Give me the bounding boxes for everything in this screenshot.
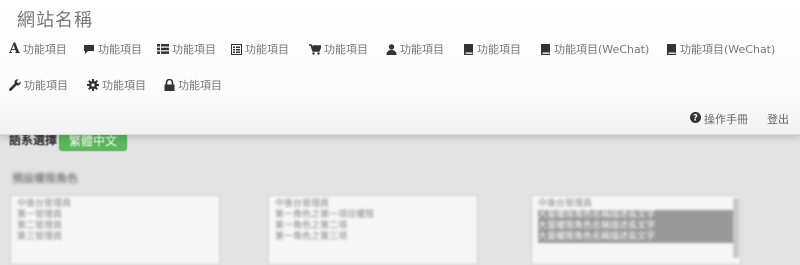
list-item[interactable]: 中後台管理員 [17, 199, 213, 210]
nav-item-label: 功能項目 [324, 43, 368, 56]
svg-text:?: ? [693, 114, 698, 123]
nav-item-label: 功能項目(WeChat) [554, 43, 650, 56]
top-navbar: 網站名稱 A 功能項目 功能項目 功能項目 功能項目 功能項目 功能項目 功能項… [0, 0, 800, 135]
book-icon [541, 43, 551, 55]
nav-item-10[interactable]: 功能項目 [9, 75, 68, 95]
nav-item-5[interactable]: 功能項目 [309, 39, 368, 59]
role-list-3[interactable]: 中後台管理員 大量權限角色名稱描述長文字 大量權限角色名稱描述長文字 大量權限角… [531, 195, 741, 265]
cart-icon [309, 43, 321, 55]
list-item[interactable]: 大量權限角色名稱描述長文字 [538, 221, 734, 232]
nav-item-label: 功能項目(WeChat) [680, 43, 776, 56]
list-item[interactable]: 大量權限角色名稱描述長文字 [538, 232, 734, 243]
nav-item-label: 功能項目 [245, 43, 289, 56]
list-item[interactable]: 第一角色之第一項目權限 [275, 210, 471, 221]
wrench-icon [9, 79, 21, 91]
scrollbar[interactable] [733, 198, 739, 258]
nav-item-label: 功能項目 [24, 79, 68, 92]
list-item[interactable]: 中後台管理員 [275, 199, 471, 210]
manual-link[interactable]: ? 操作手冊 [690, 110, 748, 128]
book-icon [667, 43, 677, 55]
book-icon [464, 43, 474, 55]
nav-item-2[interactable]: 功能項目 [83, 39, 142, 59]
nav-item-1[interactable]: A 功能項目 [9, 39, 67, 59]
nav-item-label: 功能項目 [477, 43, 521, 56]
question-circle-icon: ? [690, 112, 701, 126]
list-item[interactable]: 第二管理員 [17, 221, 213, 232]
nav-item-3[interactable]: 功能項目 [157, 39, 216, 59]
manual-label: 操作手冊 [704, 113, 748, 126]
nav-item-8[interactable]: 功能項目(WeChat) [541, 39, 649, 59]
list-icon [157, 44, 169, 54]
list-item[interactable]: 中後台管理員 [538, 199, 734, 210]
cog-icon [87, 79, 99, 91]
list-item[interactable]: 大量權限角色名稱描述長文字 [538, 210, 734, 221]
list-alt-icon [231, 43, 242, 55]
nav-item-label: 功能項目 [102, 79, 146, 92]
role-list-1[interactable]: 中後台管理員 第一管理員 第二管理員 第三管理員 [10, 195, 220, 265]
list-item[interactable]: 第三管理員 [17, 232, 213, 243]
section-title: 預設權限角色 [12, 172, 78, 185]
nav-item-7[interactable]: 功能項目 [464, 39, 521, 59]
list-item[interactable]: 第一角色之第三項 [275, 232, 471, 243]
role-list-2[interactable]: 中後台管理員 第一角色之第一項目權限 第一角色之第二項 第一角色之第三項 [268, 195, 478, 265]
comment-icon [83, 44, 95, 55]
nav-item-label: 功能項目 [400, 43, 444, 56]
logout-link[interactable]: 登出 [767, 110, 789, 128]
nav-item-label: 功能項目 [22, 43, 67, 56]
nav-item-4[interactable]: 功能項目 [231, 39, 289, 59]
nav-item-9[interactable]: 功能項目(WeChat) [667, 39, 775, 59]
nav-item-label: 功能項目 [178, 79, 222, 92]
nav-item-12[interactable]: 功能項目 [164, 75, 222, 95]
lock-icon [164, 79, 175, 91]
brand-title[interactable]: 網站名稱 [17, 6, 93, 32]
nav-item-label: 功能項目 [172, 43, 216, 56]
user-icon [386, 43, 397, 55]
nav-item-11[interactable]: 功能項目 [87, 75, 146, 95]
list-item[interactable]: 第一管理員 [17, 210, 213, 221]
nav-item-label: 功能項目 [98, 43, 142, 56]
list-item[interactable]: 第一角色之第二項 [275, 221, 471, 232]
font-icon: A [9, 41, 20, 57]
nav-item-6[interactable]: 功能項目 [386, 39, 444, 59]
